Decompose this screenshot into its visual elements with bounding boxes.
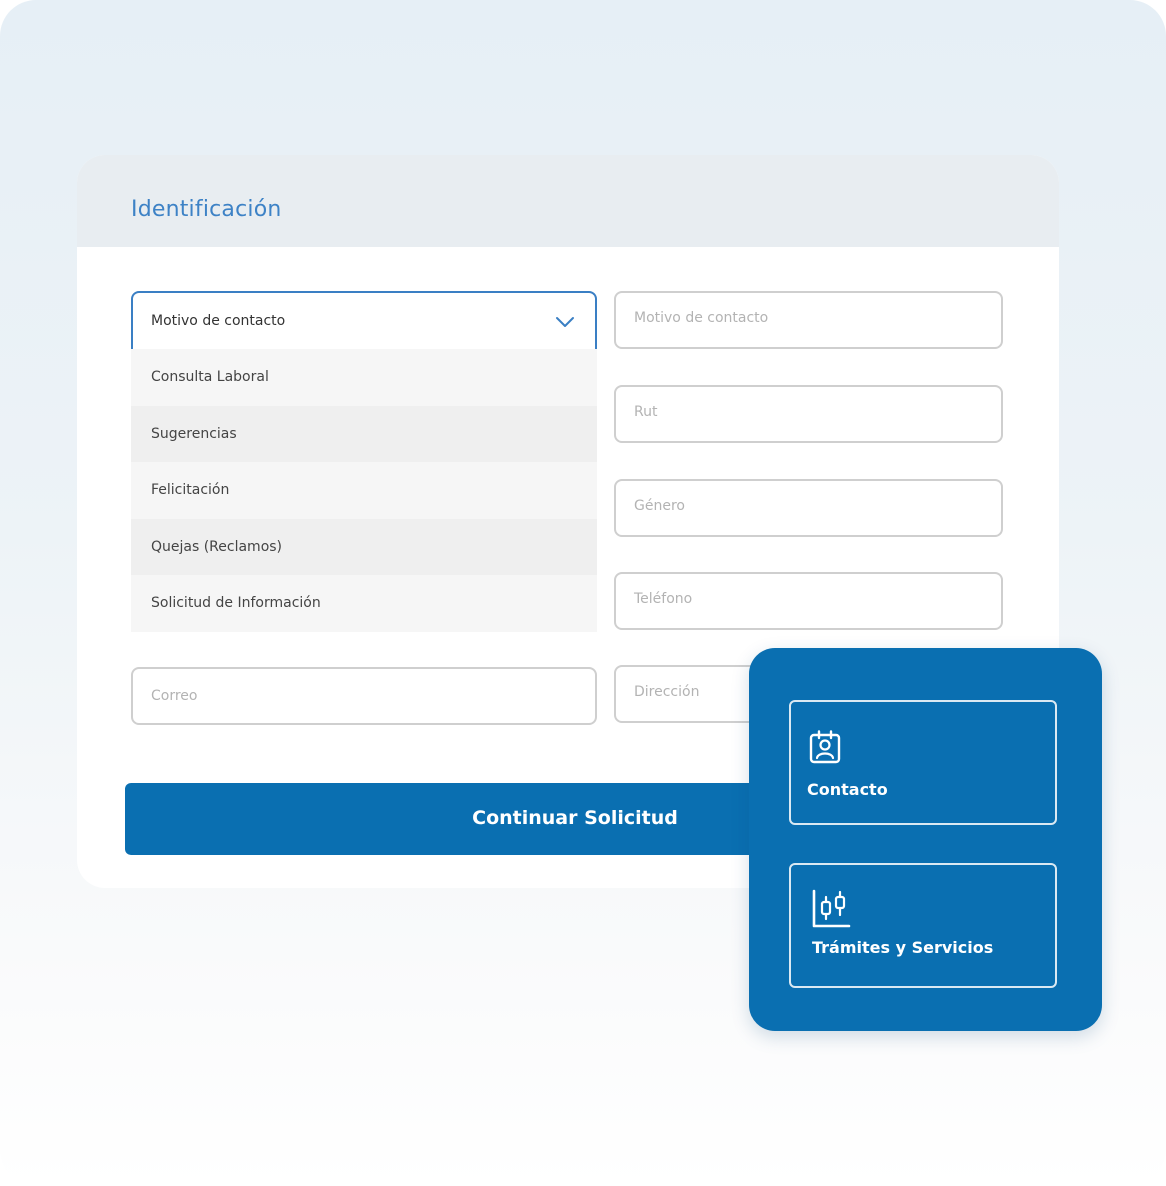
select-label: Motivo de contacto [151, 313, 286, 329]
chevron-down-icon [556, 317, 574, 327]
correo-field[interactable]: Correo [131, 667, 597, 725]
select-option-solicitud-informacion[interactable]: Solicitud de Información [131, 575, 597, 632]
contact-reason-select[interactable]: Motivo de contacto [131, 291, 597, 349]
telefono-placeholder: Teléfono [634, 591, 693, 607]
genero-placeholder: Género [634, 498, 685, 514]
contacto-tile-label: Contacto [807, 780, 888, 799]
motivo-placeholder: Motivo de contacto [634, 310, 769, 326]
telefono-field[interactable]: Teléfono [614, 572, 1003, 630]
rut-field[interactable]: Rut [614, 385, 1003, 443]
select-option-quejas[interactable]: Quejas (Reclamos) [131, 518, 597, 576]
correo-placeholder: Correo [151, 688, 198, 704]
contacto-tile[interactable]: Contacto [789, 700, 1057, 825]
quick-access-panel: Contacto Trámites y Servicios [749, 648, 1102, 1031]
direccion-placeholder: Dirección [634, 684, 700, 700]
tramites-tile-label: Trámites y Servicios [812, 938, 994, 957]
genero-field[interactable]: Género [614, 479, 1003, 537]
chart-icon [812, 889, 851, 928]
select-option-consulta-laboral[interactable]: Consulta Laboral [131, 349, 597, 406]
tramites-servicios-tile[interactable]: Trámites y Servicios [789, 863, 1057, 988]
motivo-field[interactable]: Motivo de contacto [614, 291, 1003, 349]
card-header: Identificación [77, 155, 1059, 247]
contact-card-icon [809, 730, 841, 764]
select-options-list: Consulta Laboral Sugerencias Felicitació… [131, 349, 597, 632]
section-title: Identificación [131, 197, 282, 222]
select-option-sugerencias[interactable]: Sugerencias [131, 405, 597, 463]
rut-placeholder: Rut [634, 404, 658, 420]
select-option-felicitacion[interactable]: Felicitación [131, 462, 597, 519]
